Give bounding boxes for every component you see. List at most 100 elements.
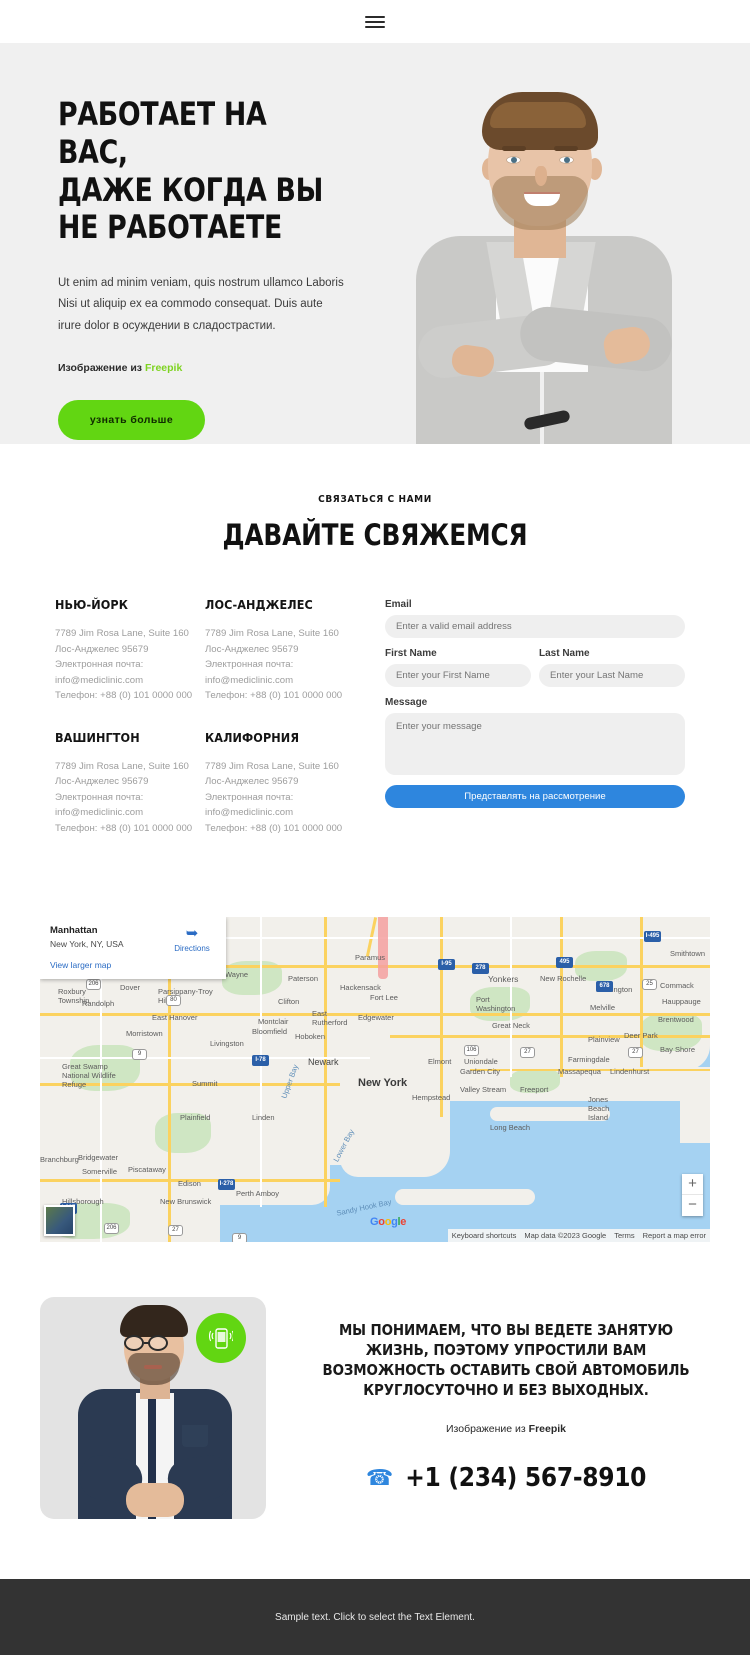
hamburger-menu-icon[interactable] bbox=[365, 15, 385, 28]
map-label-bay-shore: Bay Shore bbox=[660, 1045, 696, 1055]
hero-portrait-image bbox=[392, 84, 722, 444]
map-label-hackensack: Hackensack bbox=[340, 983, 381, 993]
google-logo: Google bbox=[370, 1216, 407, 1229]
cta-phone-row[interactable]: ☎ +1 (234) 567-8910 bbox=[302, 1463, 710, 1493]
map-label-fort-lee: Fort Lee bbox=[370, 993, 398, 1003]
address-line: Телефон: +88 (0) 101 0000 000 bbox=[55, 822, 193, 834]
map-label-melville: Melville bbox=[590, 1003, 616, 1013]
map-label-wayne: Wayne bbox=[225, 970, 249, 980]
burger-line bbox=[365, 25, 385, 28]
learn-more-button[interactable]: узнать больше bbox=[58, 399, 205, 440]
map-label-hempstead: Hempstead bbox=[412, 1093, 451, 1103]
cta-heading: МЫ ПОНИМАЕМ, ЧТО ВЫ ВЕДЕТЕ ЗАНЯТУЮ ЖИЗНЬ… bbox=[322, 1321, 690, 1399]
map-label-new-brunswick: New Brunswick bbox=[160, 1197, 212, 1207]
hero-credit-link[interactable]: Freepik bbox=[145, 362, 182, 374]
hero-title: РАБОТАЕТ НА ВАС, ДАЖЕ КОГДА ВЫ НЕ РАБОТА… bbox=[58, 95, 337, 247]
map-info-card[interactable]: Manhattan New York, NY, USA View larger … bbox=[40, 917, 226, 980]
map-data-text: Map data ©2023 Google bbox=[524, 1231, 607, 1241]
map-label-newark: Newark bbox=[308, 1057, 339, 1068]
map-satellite-toggle[interactable] bbox=[44, 1205, 75, 1237]
address-list: НЬЮ-ЙОРК 7789 Jim Rosa Lane, Suite 160 Л… bbox=[55, 597, 355, 862]
footer-text[interactable]: Sample text. Click to select the Text El… bbox=[275, 1612, 475, 1623]
map-label-bloomfield: Bloomfield bbox=[252, 1027, 288, 1037]
report-map-error-link[interactable]: Report a map error bbox=[643, 1231, 706, 1240]
map-label-edison: Edison bbox=[178, 1179, 201, 1189]
hero-paragraph: Ut enim ad minim veniam, quis nostrum ul… bbox=[58, 277, 344, 332]
map-label-dover: Dover bbox=[120, 983, 141, 993]
view-larger-map-link[interactable]: View larger map bbox=[50, 960, 216, 970]
map-label-somerville: Somerville bbox=[82, 1167, 118, 1177]
message-label: Message bbox=[385, 697, 428, 708]
map-embed[interactable]: New York Newark Hoboken Yonkers New Roch… bbox=[40, 917, 710, 1243]
address-line: Лос-Анджелес 95679 bbox=[205, 776, 299, 788]
map-label-brentwood: Brentwood bbox=[658, 1015, 694, 1025]
directions-button[interactable]: ➥ Directions bbox=[168, 926, 216, 953]
hero-title-line-3: НЕ РАБОТАЕТЕ bbox=[58, 208, 283, 247]
map-label-east-rutherford: East Rutherford bbox=[312, 1009, 348, 1028]
map-label-new-york: New York bbox=[358, 1077, 408, 1090]
contact-form: Email First Name Last Name Message Предс… bbox=[385, 597, 685, 862]
map-attribution-bar: Keyboard shortcuts Map data ©2023 Google… bbox=[447, 1229, 710, 1243]
map-label-elmont: Elmont bbox=[428, 1057, 452, 1067]
address-details: 7789 Jim Rosa Lane, Suite 160 Лос-Анджел… bbox=[55, 626, 193, 704]
cta-section: МЫ ПОНИМАЕМ, ЧТО ВЫ ВЕДЕТЕ ЗАНЯТУЮ ЖИЗНЬ… bbox=[0, 1242, 750, 1579]
footer: Sample text. Click to select the Text El… bbox=[0, 1579, 750, 1655]
address-line: 7789 Jim Rosa Lane, Suite 160 bbox=[55, 760, 189, 772]
burger-line bbox=[365, 15, 385, 18]
address-line: Электронная почта: bbox=[55, 791, 144, 803]
map-label-hoboken: Hoboken bbox=[295, 1032, 326, 1042]
message-textarea[interactable] bbox=[385, 713, 685, 775]
hero-credit-prefix: Изображение из bbox=[58, 361, 145, 374]
submit-button[interactable]: Представлять на рассмотрение bbox=[385, 785, 685, 808]
cta-credit-prefix: Изображение из bbox=[445, 1422, 529, 1435]
first-name-field: First Name bbox=[385, 648, 531, 697]
hero-section: РАБОТАЕТ НА ВАС, ДАЖЕ КОГДА ВЫ НЕ РАБОТА… bbox=[0, 43, 750, 444]
address-details: 7789 Jim Rosa Lane, Suite 160 Лос-Анджел… bbox=[205, 626, 343, 704]
map-zoom-controls[interactable]: + − bbox=[682, 1174, 703, 1217]
top-navigation-bar bbox=[0, 0, 750, 43]
terms-link[interactable]: Terms bbox=[614, 1231, 634, 1240]
address-block: НЬЮ-ЙОРК 7789 Jim Rosa Lane, Suite 160 Л… bbox=[55, 597, 205, 704]
address-line: Телефон: +88 (0) 101 0000 000 bbox=[55, 690, 193, 702]
cta-image-credit: Изображение из Freepik bbox=[302, 1423, 710, 1435]
map-label-morristown: Morristown bbox=[126, 1029, 163, 1039]
address-line: 7789 Jim Rosa Lane, Suite 160 bbox=[205, 760, 339, 772]
map-zoom-in-button[interactable]: + bbox=[682, 1174, 703, 1196]
hero-title-line-1: РАБОТАЕТ НА ВАС, bbox=[58, 95, 267, 171]
map-label-east-hanover: East Hanover bbox=[152, 1013, 198, 1023]
map-label-jones-beach: Jones Beach Island bbox=[588, 1095, 610, 1123]
cta-phone-number[interactable]: +1 (234) 567-8910 bbox=[405, 1463, 646, 1493]
map-label-plainview: Plainview bbox=[588, 1035, 620, 1045]
map-label-livingston: Livingston bbox=[210, 1039, 244, 1049]
address-line: info@mediclinic.com bbox=[55, 807, 144, 819]
address-details: 7789 Jim Rosa Lane, Suite 160 Лос-Анджел… bbox=[55, 759, 193, 837]
address-block: КАЛИФОРНИЯ 7789 Jim Rosa Lane, Suite 160… bbox=[205, 730, 355, 837]
last-name-label: Last Name bbox=[539, 648, 590, 659]
address-line: Лос-Анджелес 95679 bbox=[55, 643, 149, 655]
address-details: 7789 Jim Rosa Lane, Suite 160 Лос-Анджел… bbox=[205, 759, 343, 837]
address-city: НЬЮ-ЙОРК bbox=[55, 597, 129, 612]
name-row: First Name Last Name bbox=[385, 648, 685, 697]
address-city: КАЛИФОРНИЯ bbox=[205, 729, 300, 745]
first-name-input[interactable] bbox=[385, 664, 531, 687]
map-label-piscataway: Piscataway bbox=[128, 1165, 166, 1175]
last-name-input[interactable] bbox=[539, 664, 685, 687]
email-input[interactable] bbox=[385, 615, 685, 638]
map-label-linden: Linden bbox=[252, 1113, 275, 1123]
map-label-uniondale: Uniondale bbox=[464, 1057, 498, 1067]
address-line: Лос-Анджелес 95679 bbox=[55, 776, 149, 788]
map-label-summit: Summit bbox=[192, 1079, 218, 1089]
map-label-edgewater: Edgewater bbox=[358, 1013, 394, 1023]
map-label-great-neck: Great Neck bbox=[492, 1021, 530, 1031]
keyboard-shortcuts-link[interactable]: Keyboard shortcuts bbox=[452, 1231, 517, 1240]
map-zoom-out-button[interactable]: − bbox=[682, 1195, 703, 1216]
map-label-freeport: Freeport bbox=[520, 1085, 549, 1095]
map-label-smithtown: Smithtown bbox=[670, 949, 706, 959]
map-label-paterson: Paterson bbox=[288, 974, 319, 984]
map-label-new-rochelle: New Rochelle bbox=[540, 974, 587, 984]
cta-credit-link[interactable]: Freepik bbox=[529, 1423, 566, 1435]
hero-title-line-2: ДАЖЕ КОГДА ВЫ bbox=[58, 170, 324, 209]
address-line: Электронная почта: bbox=[55, 659, 144, 671]
map-label-plainfield: Plainfield bbox=[180, 1113, 211, 1123]
burger-line bbox=[365, 20, 385, 23]
